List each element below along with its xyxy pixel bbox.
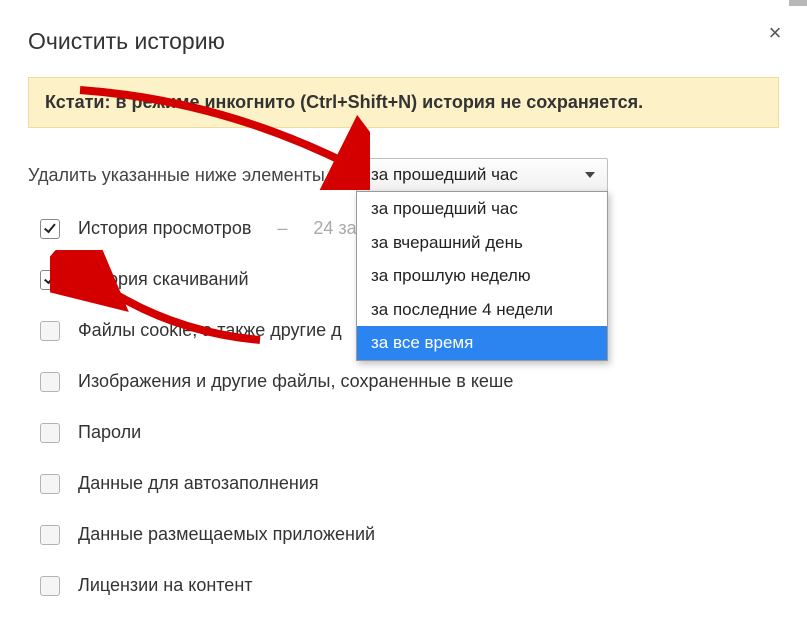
checkbox[interactable] [40, 423, 60, 443]
time-range-select[interactable]: за прошедший час [356, 158, 608, 192]
clear-item-row: Данные для автозаполнения [28, 463, 779, 504]
clear-item-row: Данные размещаемых приложений [28, 514, 779, 555]
clear-item-label: Лицензии на контент [78, 575, 253, 596]
separator-dash: – [277, 218, 287, 239]
checkbox[interactable] [40, 576, 60, 596]
time-range-option[interactable]: за прошлую неделю [357, 259, 607, 293]
time-range-option[interactable]: за прошедший час [357, 192, 607, 226]
time-range-label: Удалить указанные ниже элементы [28, 165, 348, 186]
time-range-option[interactable]: за все время [357, 326, 607, 360]
checkbox[interactable] [40, 474, 60, 494]
dialog-title: Очистить историю [28, 28, 779, 55]
clear-item-label: Изображения и другие файлы, сохраненные … [78, 371, 513, 392]
time-range-option[interactable]: за последние 4 недели [357, 293, 607, 327]
incognito-hint-bar: Кстати: в режиме инкогнито (Ctrl+Shift+N… [28, 77, 779, 128]
clear-item-label: История скачиваний [78, 269, 249, 290]
time-range-option[interactable]: за вчерашний день [357, 226, 607, 260]
checkbox[interactable] [40, 525, 60, 545]
checkbox[interactable] [40, 270, 60, 290]
time-range-selected-text: за прошедший час [371, 165, 518, 184]
close-icon[interactable]: × [765, 24, 785, 44]
clear-item-label: Данные размещаемых приложений [78, 524, 375, 545]
checkbox[interactable] [40, 219, 60, 239]
time-range-dropdown: за прошедший часза вчерашний деньза прош… [356, 191, 608, 361]
incognito-hint-text: Кстати: в режиме инкогнито (Ctrl+Shift+N… [45, 92, 643, 112]
time-range-select-wrap: за прошедший час за прошедший часза вчер… [356, 158, 608, 192]
clear-item-row: Изображения и другие файлы, сохраненные … [28, 361, 779, 402]
clear-item-label: Файлы cookie, а также другие д [78, 320, 342, 341]
checkmark-icon [44, 221, 56, 233]
clear-history-dialog: × Очистить историю Кстати: в режиме инко… [0, 0, 807, 636]
time-range-row: Удалить указанные ниже элементы за проше… [28, 158, 779, 192]
clear-item-label: История просмотров [78, 218, 251, 239]
clear-item-label: Данные для автозаполнения [78, 473, 319, 494]
clear-item-row: Пароли [28, 412, 779, 453]
chevron-down-icon [585, 172, 595, 178]
clear-item-label: Пароли [78, 422, 141, 443]
checkbox[interactable] [40, 372, 60, 392]
clear-item-row: Лицензии на контент [28, 565, 779, 606]
checkmark-icon [44, 272, 56, 284]
checkbox[interactable] [40, 321, 60, 341]
